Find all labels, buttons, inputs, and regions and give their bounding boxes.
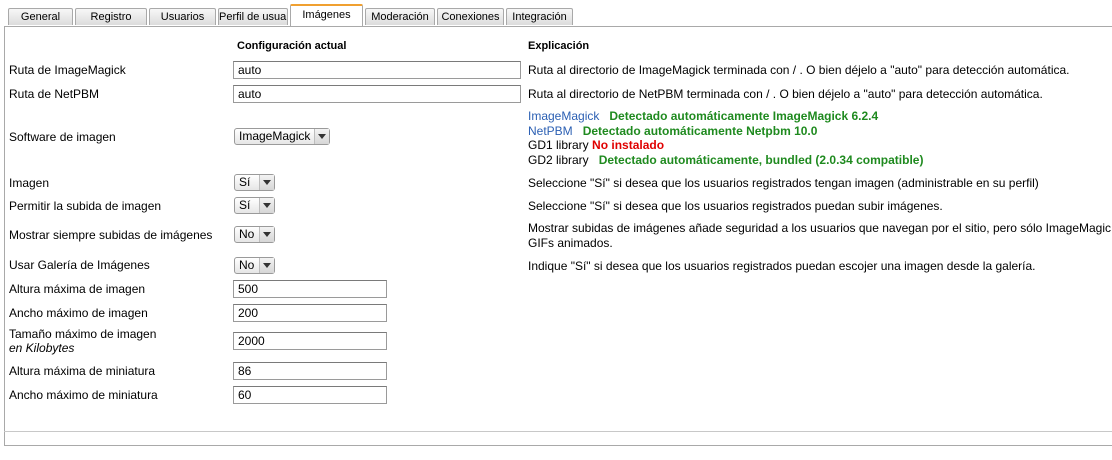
imagemagick-name: ImageMagick	[528, 109, 600, 123]
imagemagick-status-line: ImageMagick Detectado automáticamente Im…	[528, 109, 878, 123]
gd2-name: GD2 library	[528, 153, 589, 167]
thumb-width-input[interactable]: 60	[233, 386, 387, 404]
chevron-down-icon	[314, 129, 329, 144]
imagemagick-path-label: Ruta de ImageMagick	[9, 63, 126, 77]
netpbm-name: NetPBM	[528, 124, 573, 138]
gd2-status: Detectado automáticamente, bundled (2.0.…	[598, 153, 924, 167]
thumb-width-label: Ancho máximo de miniatura	[9, 388, 158, 402]
image-software-label: Software de imagen	[9, 130, 116, 144]
avatar-label: Imagen	[9, 176, 50, 190]
chevron-down-icon	[259, 258, 274, 273]
gallery-value: No	[239, 258, 255, 272]
tab-usuarios[interactable]: Usuarios	[149, 8, 216, 25]
gd1-status-line: GD1 library No instalado	[528, 138, 664, 152]
imagemagick-status: Detectado automáticamente ImageMagick 6.…	[609, 109, 879, 123]
gallery-select[interactable]: No	[234, 257, 275, 274]
max-height-input[interactable]: 500	[233, 280, 387, 298]
gd1-name: GD1 library	[528, 138, 589, 152]
always-upload-explanation-1: Mostrar subidas de imágenes añade seguri…	[528, 221, 1112, 235]
gd1-status: No instalado	[592, 138, 665, 152]
netpbm-status: Detectado automáticamente Netpbm 10.0	[582, 124, 818, 138]
tab-perfil-de-usuario[interactable]: Perfil de usuario	[218, 8, 288, 25]
max-size-unit-label: en Kilobytes	[9, 341, 75, 355]
allow-upload-select[interactable]: Sí	[234, 197, 275, 214]
max-size-sublabel: en Kilobytes	[9, 341, 74, 355]
gallery-explanation: Indique "Sí" si desea que los usuarios r…	[528, 259, 1036, 273]
allow-upload-value: Sí	[239, 198, 251, 212]
header-explanation: Explicación	[528, 40, 590, 52]
panel-divider	[4, 431, 1112, 432]
max-size-label: Tamaño máximo de imagen	[9, 327, 157, 341]
netpbm-path-explanation: Ruta al directorio de NetPBM terminada c…	[528, 87, 1043, 101]
chevron-down-icon	[259, 198, 274, 213]
gallery-label: Usar Galería de Imágenes	[9, 258, 150, 272]
always-upload-label: Mostrar siempre subidas de imágenes	[9, 228, 213, 242]
tab-conexiones[interactable]: Conexiones	[437, 8, 504, 25]
max-width-label: Ancho máximo de imagen	[9, 306, 148, 320]
gd2-status-line: GD2 library Detectado automáticamente, b…	[528, 153, 923, 167]
thumb-height-label: Altura máxima de miniatura	[9, 364, 156, 378]
tab-imagenes[interactable]: Imágenes	[290, 4, 363, 27]
image-software-select[interactable]: ImageMagick	[234, 128, 330, 145]
avatar-value: Sí	[239, 175, 251, 189]
always-upload-value: No	[239, 227, 255, 241]
tab-general[interactable]: General	[8, 8, 73, 25]
imagemagick-path-input[interactable]: auto	[233, 61, 521, 79]
tab-moderacion[interactable]: Moderación	[365, 8, 435, 25]
max-size-input[interactable]: 2000	[233, 332, 387, 350]
avatar-select[interactable]: Sí	[234, 174, 275, 191]
max-height-label: Altura máxima de imagen	[9, 282, 146, 296]
header-current-config: Configuración actual	[237, 40, 347, 52]
imagemagick-path-explanation: Ruta al directorio de ImageMagick termin…	[528, 63, 1070, 77]
max-width-input[interactable]: 200	[233, 304, 387, 322]
netpbm-path-label: Ruta de NetPBM	[9, 87, 100, 101]
chevron-down-icon	[259, 175, 274, 190]
allow-upload-explanation: Seleccione "Sí" si desea que los usuario…	[528, 199, 943, 213]
always-upload-explanation-2: GIFs animados.	[528, 236, 613, 250]
tab-registro[interactable]: Registro	[75, 8, 147, 25]
netpbm-status-line: NetPBM Detectado automáticamente Netpbm …	[528, 124, 817, 138]
netpbm-path-input[interactable]: auto	[233, 85, 521, 103]
thumb-height-input[interactable]: 86	[233, 362, 387, 380]
avatar-explanation: Seleccione "Sí" si desea que los usuario…	[528, 176, 1039, 190]
image-software-value: ImageMagick	[239, 129, 311, 143]
chevron-down-icon	[259, 227, 274, 242]
allow-upload-label: Permitir la subida de imagen	[9, 199, 162, 213]
always-upload-select[interactable]: No	[234, 226, 275, 243]
tab-integracion[interactable]: Integración	[506, 8, 573, 25]
